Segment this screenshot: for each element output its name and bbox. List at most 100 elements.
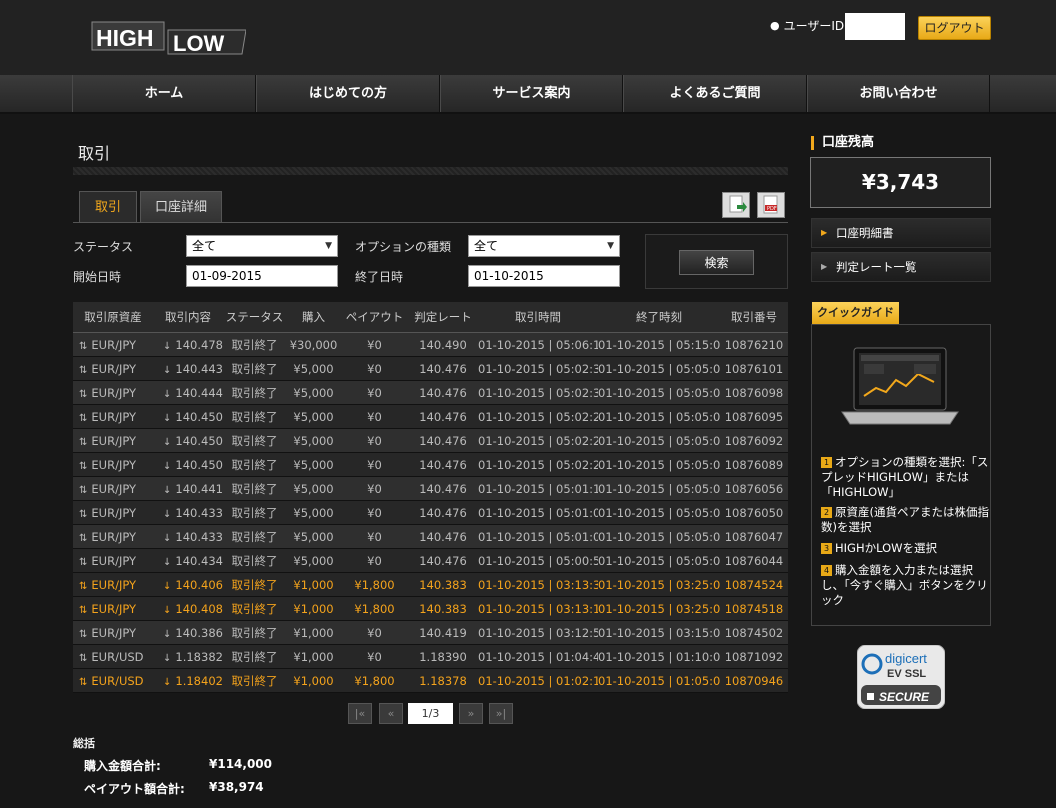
- cell-payout: ¥0: [341, 620, 408, 645]
- sidebar-link-statement[interactable]: ▶ 口座明細書: [811, 218, 991, 248]
- cell-payout: ¥0: [341, 428, 408, 453]
- cell-payout: ¥1,800: [341, 596, 408, 621]
- user-id-label: ユーザーID: [783, 19, 845, 33]
- cell-purchase: ¥1,000: [286, 644, 341, 669]
- cell-content-value: 140.408: [175, 601, 223, 616]
- cell-content-value: 140.450: [175, 409, 223, 424]
- cell-asset: ⇅ EUR/JPY: [73, 332, 153, 357]
- end-date-input[interactable]: 01-10-2015: [468, 265, 620, 287]
- cell-rate: 1.18378: [408, 668, 478, 693]
- nav-contact[interactable]: お問い合わせ: [807, 75, 990, 112]
- excel-export-icon[interactable]: [722, 192, 750, 218]
- cell-trade-no-value: 10876092: [724, 433, 784, 448]
- pdf-export-icon[interactable]: PDF: [757, 192, 785, 218]
- cell-rate-value: 140.476: [419, 409, 467, 424]
- table-row: ⇅ EUR/USD ↓ 1.18382 取引終了 ¥1,000 ¥0 1.18390 01-10…: [73, 644, 788, 669]
- cell-content: ↓ 140.441: [153, 476, 223, 501]
- cell-end-time: 01-10-2015 | 05:05:00: [598, 452, 720, 477]
- cell-purchase: ¥5,000: [286, 356, 341, 381]
- search-button[interactable]: 検索: [679, 250, 754, 275]
- cell-purchase: ¥5,000: [286, 476, 341, 501]
- cell-trade-time-value: 01-10-2015 | 03:13:17: [478, 601, 598, 616]
- cell-purchase: ¥1,000: [286, 572, 341, 597]
- tab-account-details[interactable]: 口座詳細: [140, 191, 222, 222]
- col-header-end-time[interactable]: 終了時刻: [598, 302, 720, 333]
- col-header-rate[interactable]: 判定レート: [408, 302, 478, 333]
- cell-asset: ⇅ EUR/JPY: [73, 620, 153, 645]
- logout-button[interactable]: ログアウト: [918, 16, 991, 40]
- user-icon: ●: [770, 19, 780, 32]
- col-header-payout[interactable]: ペイアウト: [341, 302, 408, 333]
- cell-content: ↓ 140.433: [153, 500, 223, 525]
- swap-icon: ⇅: [79, 532, 88, 544]
- cell-status: 取引終了: [223, 500, 286, 525]
- cell-trade-time-value: 01-10-2015 | 03:13:37: [478, 577, 598, 592]
- option-type-label: オプションの種類: [355, 240, 452, 254]
- end-date-label: 終了日時: [355, 270, 404, 284]
- nav-home[interactable]: ホーム: [72, 75, 256, 112]
- cell-trade-no: 10870946: [720, 668, 788, 693]
- col-header-purchase[interactable]: 購入: [286, 302, 341, 333]
- cell-trade-no: 10876050: [720, 500, 788, 525]
- cell-content: ↓ 140.478: [153, 332, 223, 357]
- cell-asset: ⇅ EUR/USD: [73, 668, 153, 693]
- cell-rate-value: 140.476: [419, 553, 467, 568]
- cell-payout-value: ¥0: [367, 529, 382, 544]
- badge-ev-ssl: EV SSL: [887, 668, 926, 680]
- chevron-down-icon: ▼: [325, 241, 332, 251]
- cell-payout: ¥0: [341, 476, 408, 501]
- swap-icon: ⇅: [79, 604, 88, 616]
- cell-payout-value: ¥1,800: [354, 673, 395, 688]
- cell-end-time: 01-10-2015 | 05:05:00: [598, 404, 720, 429]
- cell-asset: ⇅ EUR/JPY: [73, 404, 153, 429]
- cell-rate-value: 140.419: [419, 625, 467, 640]
- page-input[interactable]: 1/3: [408, 703, 453, 724]
- cell-trade-time-value: 01-10-2015 | 05:06:18: [478, 337, 598, 352]
- next-page-button[interactable]: »: [459, 703, 483, 724]
- cell-asset: ⇅ EUR/USD: [73, 644, 153, 669]
- cell-asset-value: EUR/JPY: [91, 553, 137, 568]
- cell-end-time-value: 01-10-2015 | 01:10:00: [598, 649, 720, 664]
- tab-trades[interactable]: 取引: [79, 191, 137, 222]
- cell-rate: 140.476: [408, 500, 478, 525]
- start-date-input[interactable]: 01-09-2015: [186, 265, 338, 287]
- cell-trade-no-value: 10876050: [724, 505, 784, 520]
- col-header-trade-no[interactable]: 取引番号: [720, 302, 788, 333]
- nav-beginners[interactable]: はじめての方: [256, 75, 440, 112]
- cell-purchase-value: ¥1,000: [293, 649, 334, 664]
- cell-rate-value: 140.490: [419, 337, 467, 352]
- cell-asset-value: EUR/JPY: [91, 457, 137, 472]
- cell-asset-value: EUR/JPY: [91, 433, 137, 448]
- col-header-asset[interactable]: 取引原資産: [73, 302, 153, 333]
- nav-services[interactable]: サービス案内: [440, 75, 623, 112]
- cell-status-value: 取引終了: [231, 601, 278, 616]
- option-type-select[interactable]: 全て ▼: [468, 235, 620, 257]
- col-header-trade-time[interactable]: 取引時間: [478, 302, 598, 333]
- highlow-logo[interactable]: HIGH LOW: [88, 18, 246, 58]
- down-arrow-icon: ↓: [163, 388, 172, 400]
- cell-payout-value: ¥0: [367, 457, 382, 472]
- quick-guide-step-1: 1 オプションの種類を選択:「スプレッドHIGHLOW」または「HIGHLOW」: [821, 455, 989, 500]
- cell-purchase-value: ¥1,000: [293, 625, 334, 640]
- status-select[interactable]: 全て ▼: [186, 235, 338, 257]
- cell-content: ↓ 1.18402: [153, 668, 223, 693]
- sidebar-link-rates[interactable]: ▶ 判定レート一覧: [811, 252, 991, 282]
- cell-trade-no-value: 10874524: [724, 577, 784, 592]
- col-header-content[interactable]: 取引内容: [153, 302, 223, 333]
- digicert-ssl-badge[interactable]: digicert EV SSL SECURE: [857, 645, 945, 709]
- cell-asset-value: EUR/JPY: [91, 529, 137, 544]
- last-page-button[interactable]: »|: [489, 703, 513, 724]
- down-arrow-icon: ↓: [163, 628, 172, 640]
- cell-rate-value: 140.476: [419, 505, 467, 520]
- cell-status-value: 取引終了: [231, 481, 278, 496]
- down-arrow-icon: ↓: [163, 556, 172, 568]
- first-page-button[interactable]: |«: [348, 703, 372, 724]
- swap-icon: ⇅: [79, 364, 88, 376]
- col-header-status[interactable]: ステータス: [223, 302, 286, 333]
- nav-faq[interactable]: よくあるご質問: [623, 75, 807, 112]
- title-divider: [73, 167, 788, 175]
- cell-end-time-value: 01-10-2015 | 01:05:00: [598, 673, 720, 688]
- cell-payout-value: ¥0: [367, 505, 382, 520]
- prev-page-button[interactable]: «: [379, 703, 403, 724]
- trades-table-body: ⇅ EUR/JPY ↓ 140.478 取引終了 ¥30,000 ¥0 140.490 01-1…: [73, 332, 788, 693]
